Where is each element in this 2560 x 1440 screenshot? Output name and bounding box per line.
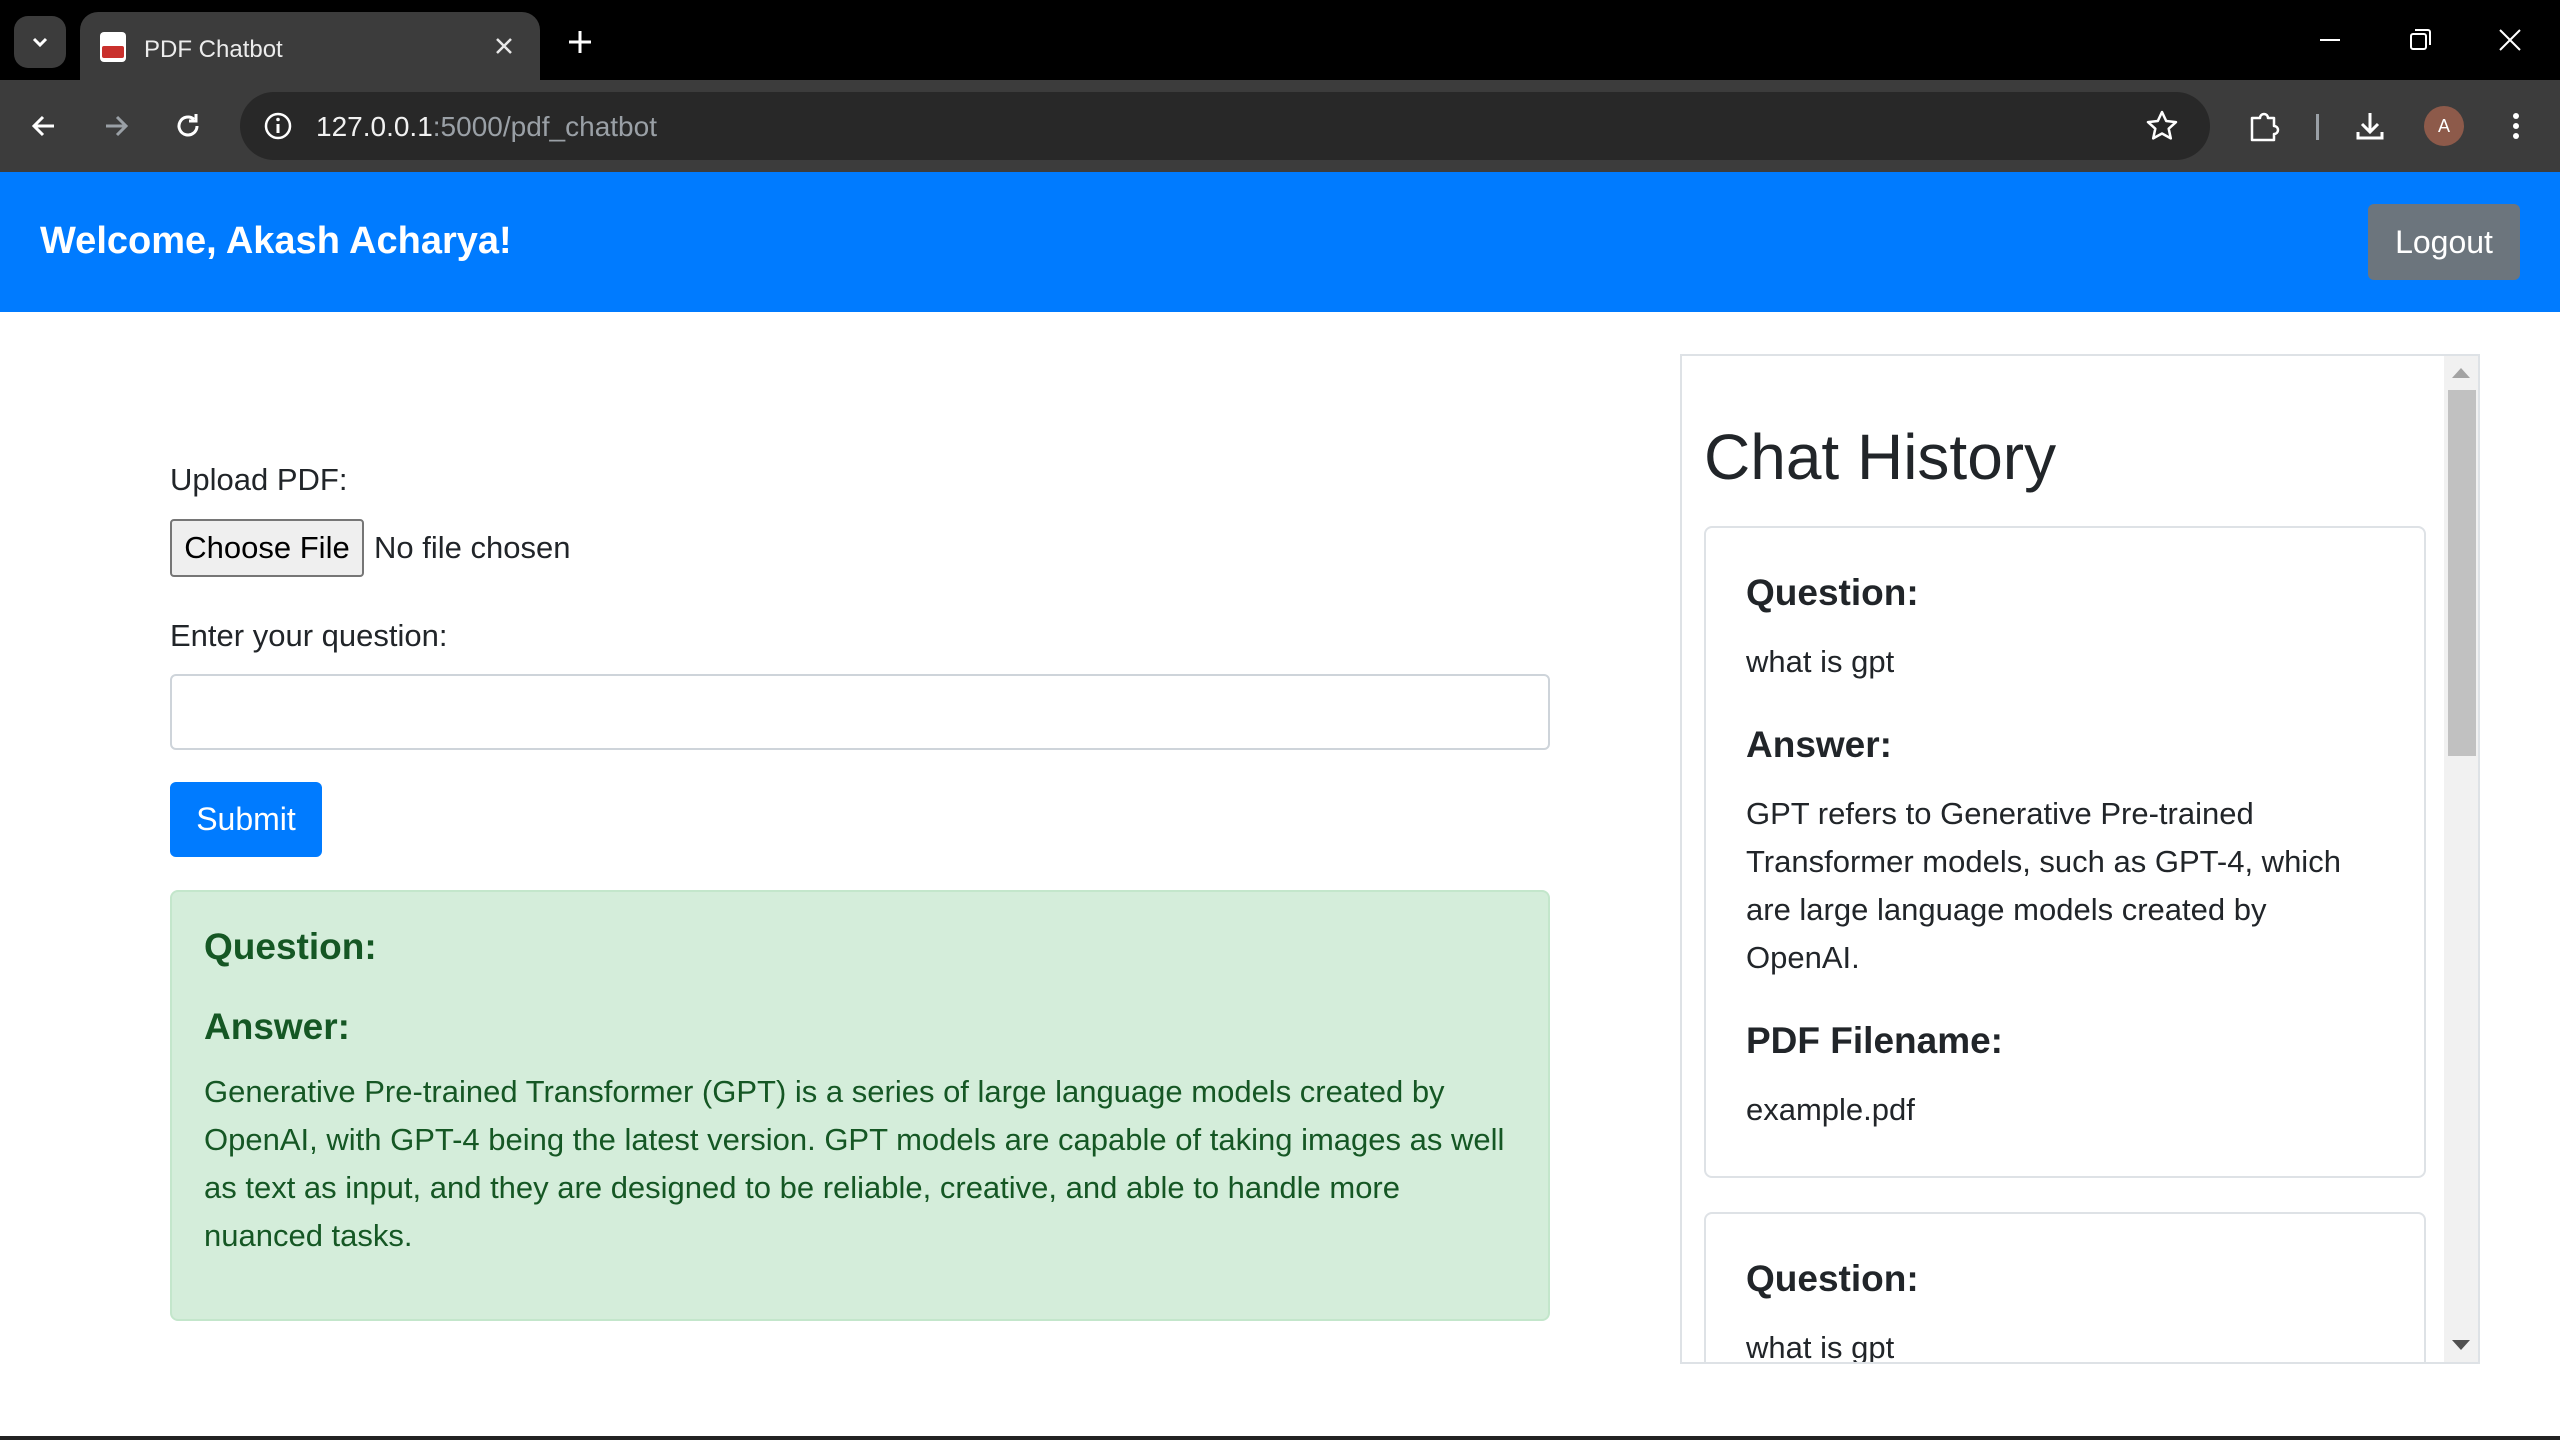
result-answer-heading: Answer:	[204, 1006, 350, 1047]
scroll-up-arrow-icon[interactable]	[2452, 368, 2470, 378]
history-answer-text: GPT refers to Generative Pre-trained Tra…	[1746, 796, 2341, 975]
file-status: No file chosen	[374, 530, 571, 565]
kebab-menu-icon[interactable]	[2492, 102, 2540, 150]
url-path: :5000/pdf_chatbot	[432, 111, 657, 142]
tab-search-button[interactable]	[14, 16, 66, 68]
download-icon[interactable]	[2346, 102, 2394, 150]
result-question-heading: Question:	[204, 926, 377, 967]
reload-icon[interactable]	[164, 102, 212, 150]
site-info-icon[interactable]	[258, 106, 298, 146]
question-label: Enter your question:	[170, 618, 448, 653]
history-card: Question: what is gpt	[1704, 1212, 2426, 1364]
tab-title: PDF Chatbot	[144, 36, 283, 63]
browser-tab[interactable]: PDF Chatbot	[80, 12, 540, 80]
file-input[interactable]: Choose File No file chosen	[170, 519, 570, 577]
submit-button[interactable]: Submit	[170, 782, 322, 857]
history-question-heading: Question:	[1746, 572, 1919, 613]
extensions-puzzle-icon[interactable]	[2240, 102, 2288, 150]
history-question-heading: Question:	[1746, 1258, 1919, 1299]
chat-history-title: Chat History	[1704, 421, 2057, 493]
result-answer-text: Generative Pre-trained Transformer (GPT)…	[204, 1074, 1505, 1253]
history-scrollbar[interactable]	[2444, 356, 2478, 1362]
profile-avatar[interactable]: A	[2424, 106, 2464, 146]
forward-arrow-icon[interactable]	[92, 102, 140, 150]
browser-toolbar: 127.0.0.1:5000/pdf_chatbot A	[0, 80, 2560, 172]
toolbar-separator	[2316, 114, 2319, 140]
answer-alert: Question: Answer: Generative Pre-trained…	[170, 890, 1550, 1321]
history-filename-heading: PDF Filename:	[1746, 1020, 2003, 1061]
history-question-text: what is gpt	[1746, 644, 1895, 679]
welcome-message: Welcome, Akash Acharya!	[40, 220, 512, 262]
history-answer-heading: Answer:	[1746, 724, 1892, 765]
address-bar[interactable]: 127.0.0.1:5000/pdf_chatbot	[240, 92, 2210, 160]
app-navbar: Welcome, Akash Acharya! Logout	[0, 172, 2560, 312]
history-question-text: what is gpt	[1746, 1330, 1895, 1364]
tab-close-icon[interactable]	[490, 32, 518, 60]
bookmark-star-icon[interactable]	[2142, 106, 2182, 146]
scrollbar-thumb[interactable]	[2448, 390, 2476, 756]
browser-tab-bar: PDF Chatbot	[0, 0, 2560, 80]
new-tab-plus-icon[interactable]	[560, 22, 600, 62]
window-restore-icon[interactable]	[2400, 20, 2440, 60]
url-text: 127.0.0.1:5000/pdf_chatbot	[316, 111, 657, 143]
logout-button[interactable]: Logout	[2368, 204, 2520, 280]
chat-history-panel[interactable]: Chat History Question: what is gpt Answe…	[1680, 354, 2480, 1364]
window-minimize-icon[interactable]	[2310, 20, 2350, 60]
bottom-border	[0, 1436, 2560, 1440]
upload-pdf-label: Upload PDF:	[170, 462, 348, 497]
url-host: 127.0.0.1	[316, 111, 433, 142]
question-input[interactable]	[170, 674, 1550, 750]
choose-file-button[interactable]: Choose File	[170, 519, 364, 577]
history-filename-text: example.pdf	[1746, 1092, 1915, 1127]
pdf-favicon-icon	[100, 32, 126, 62]
history-card: Question: what is gpt Answer: GPT refers…	[1704, 526, 2426, 1178]
window-close-icon[interactable]	[2490, 20, 2530, 60]
scroll-down-arrow-icon[interactable]	[2452, 1340, 2470, 1350]
back-arrow-icon[interactable]	[20, 102, 68, 150]
chevron-down-icon	[32, 37, 48, 48]
